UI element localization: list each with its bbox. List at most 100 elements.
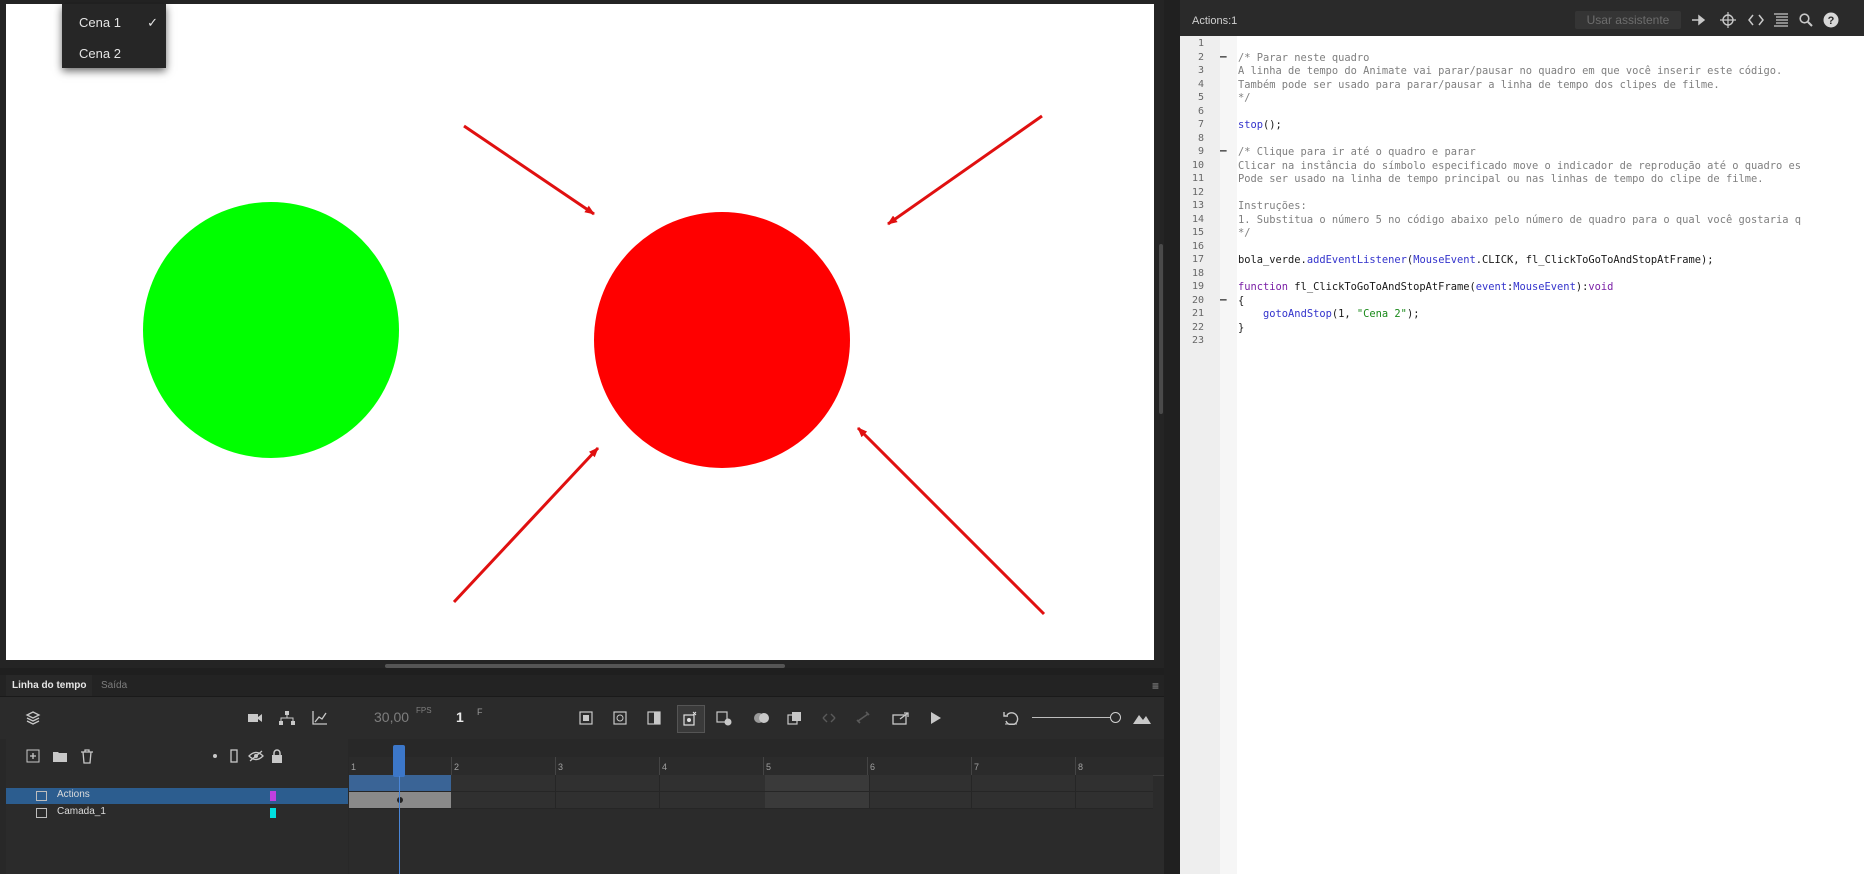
insert-blank-keyframe-icon[interactable] [609, 707, 631, 729]
loop-disabled-icon [818, 707, 840, 729]
code-line[interactable]: */ [1238, 227, 1251, 239]
layer-type-icon [36, 808, 47, 818]
frame-ruler[interactable]: 1 2 3 4 5 6 7 8 [349, 757, 1170, 776]
layer-row-camada-1[interactable]: Camada_1 [6, 805, 348, 821]
new-layer-icon[interactable] [22, 745, 44, 767]
frame-row-camada-1[interactable] [349, 792, 1153, 809]
line-number: 9 [1197, 146, 1204, 157]
layer-color-swatch[interactable] [270, 808, 276, 818]
tab-timeline[interactable]: Linha do tempo [6, 675, 93, 696]
stage-drawing [143, 114, 1046, 616]
line-number: 15 [1191, 227, 1204, 238]
tab-output[interactable]: Saída [95, 675, 133, 696]
code-line[interactable]: Instruções: [1238, 200, 1307, 212]
insert-keyframe-icon[interactable] [575, 707, 597, 729]
timeline-frames[interactable]: 1 2 3 4 5 6 7 8 [349, 757, 1170, 874]
line-number: 17 [1191, 254, 1204, 265]
auto-keyframe-icon[interactable] [677, 705, 705, 733]
code-line[interactable]: /* Parar neste quadro [1238, 52, 1369, 64]
delete-frame-icon[interactable] [713, 707, 735, 729]
code-line[interactable]: } [1238, 322, 1244, 334]
ruler-label: 7 [974, 762, 980, 772]
fold-toggle-icon[interactable]: – [1220, 293, 1227, 306]
folder-icon[interactable] [49, 745, 71, 767]
line-number: 12 [1191, 186, 1204, 198]
layers-icon[interactable] [22, 707, 44, 729]
playhead-line [399, 776, 400, 874]
stage-area [0, 0, 1164, 668]
export-icon[interactable] [890, 707, 912, 729]
layer-name: Camada_1 [57, 806, 106, 817]
scene-menu-item-cena-2[interactable]: Cena 2 [62, 39, 166, 69]
scene-item-label: Cena 1 [79, 15, 121, 30]
line-number: 10 [1191, 159, 1204, 171]
ruler-label: 1 [351, 762, 357, 772]
code-line[interactable]: gotoAndStop(1, "Cena 2"); [1238, 308, 1419, 320]
timeline-zoom-slider[interactable] [1032, 717, 1114, 718]
pin-icon[interactable] [1687, 9, 1709, 31]
fold-toggle-icon[interactable]: – [1220, 144, 1227, 157]
code-editor[interactable]: 1 2–/* Parar neste quadro 3 A linha de temp… [1180, 36, 1864, 874]
lock-icon[interactable] [266, 745, 288, 767]
green-ball[interactable] [143, 202, 399, 458]
code-line[interactable]: function fl_ClickToGoToAndStopAtFrame(ev… [1238, 281, 1613, 293]
actions-title: Actions:1 [1192, 15, 1238, 27]
stage-horizontal-scrollbar[interactable] [385, 664, 785, 668]
code-line[interactable]: Também pode ser usado para parar/pausar … [1238, 79, 1720, 91]
camera-icon[interactable] [244, 707, 266, 729]
format-code-icon[interactable] [1770, 9, 1792, 31]
line-number: 23 [1191, 335, 1204, 346]
code-line[interactable]: bola_verde.addEventListener(MouseEvent.C… [1238, 254, 1713, 266]
code-line[interactable]: Pode ser usado na linha de tempo princip… [1238, 173, 1763, 185]
layer-row-actions[interactable]: Actions [6, 788, 348, 804]
target-icon[interactable] [1717, 9, 1739, 31]
edit-multiple-frames-icon[interactable] [784, 707, 806, 729]
trash-icon[interactable] [76, 745, 98, 767]
layer-hierarchy-icon[interactable] [276, 707, 298, 729]
code-line[interactable]: */ [1238, 92, 1251, 104]
red-ball[interactable] [594, 212, 850, 468]
code-line[interactable]: 1. Substitua o número 5 no código abaixo… [1238, 214, 1801, 226]
ruler-label: 6 [870, 762, 876, 772]
line-number: 4 [1197, 78, 1204, 90]
panel-menu-icon[interactable]: ≡ [1152, 679, 1159, 693]
undo-loop-icon[interactable] [1000, 707, 1022, 729]
help-icon[interactable]: ? [1820, 9, 1842, 31]
line-number: 1 [1197, 38, 1204, 49]
arrow-bottom-left [452, 446, 600, 604]
fold-toggle-icon[interactable]: – [1220, 50, 1227, 63]
code-line[interactable]: /* Clique para ir até o quadro e parar [1238, 146, 1476, 158]
panel-separator[interactable] [1164, 0, 1180, 874]
fps-value[interactable]: 30,00 [374, 709, 409, 725]
mountain-zoom-icon[interactable] [1131, 707, 1153, 729]
eye-hidden-icon[interactable] [245, 745, 267, 767]
use-assistant-button[interactable]: Usar assistente [1575, 11, 1681, 29]
code-line[interactable]: Clicar na instância do símbolo especific… [1238, 160, 1801, 172]
check-icon: ✓ [147, 15, 158, 30]
line-number: 18 [1191, 267, 1204, 279]
onion-skin-icon[interactable] [751, 707, 773, 729]
layer-color-swatch[interactable] [270, 791, 276, 801]
scene-menu-item-cena-1[interactable]: Cena 1 ✓ [62, 8, 166, 38]
code-line[interactable]: { [1238, 295, 1244, 307]
timeline-zoom-knob[interactable] [1110, 712, 1121, 723]
ruler-label: 8 [1078, 762, 1084, 772]
svg-text:?: ? [1828, 15, 1835, 27]
keyframe-span[interactable] [349, 775, 451, 791]
code-line[interactable]: stop(); [1238, 119, 1282, 131]
code-line[interactable]: A linha de tempo do Animate vai parar/pa… [1238, 65, 1782, 77]
search-icon[interactable] [1795, 9, 1817, 31]
graph-icon[interactable] [309, 707, 331, 729]
stage-vertical-scrollbar[interactable] [1159, 244, 1163, 414]
code-icon[interactable] [1745, 9, 1767, 31]
play-icon[interactable] [924, 707, 946, 729]
stage-canvas[interactable] [6, 4, 1154, 660]
insert-frame-icon[interactable] [643, 707, 665, 729]
frame-row-actions[interactable] [349, 775, 1153, 792]
current-frame[interactable]: 1 [456, 709, 464, 725]
outline-icon[interactable] [223, 745, 245, 767]
playhead[interactable] [393, 745, 405, 777]
line-number: 21 [1191, 308, 1204, 319]
ruler-label: 3 [558, 762, 564, 772]
layer-tools [6, 739, 348, 777]
